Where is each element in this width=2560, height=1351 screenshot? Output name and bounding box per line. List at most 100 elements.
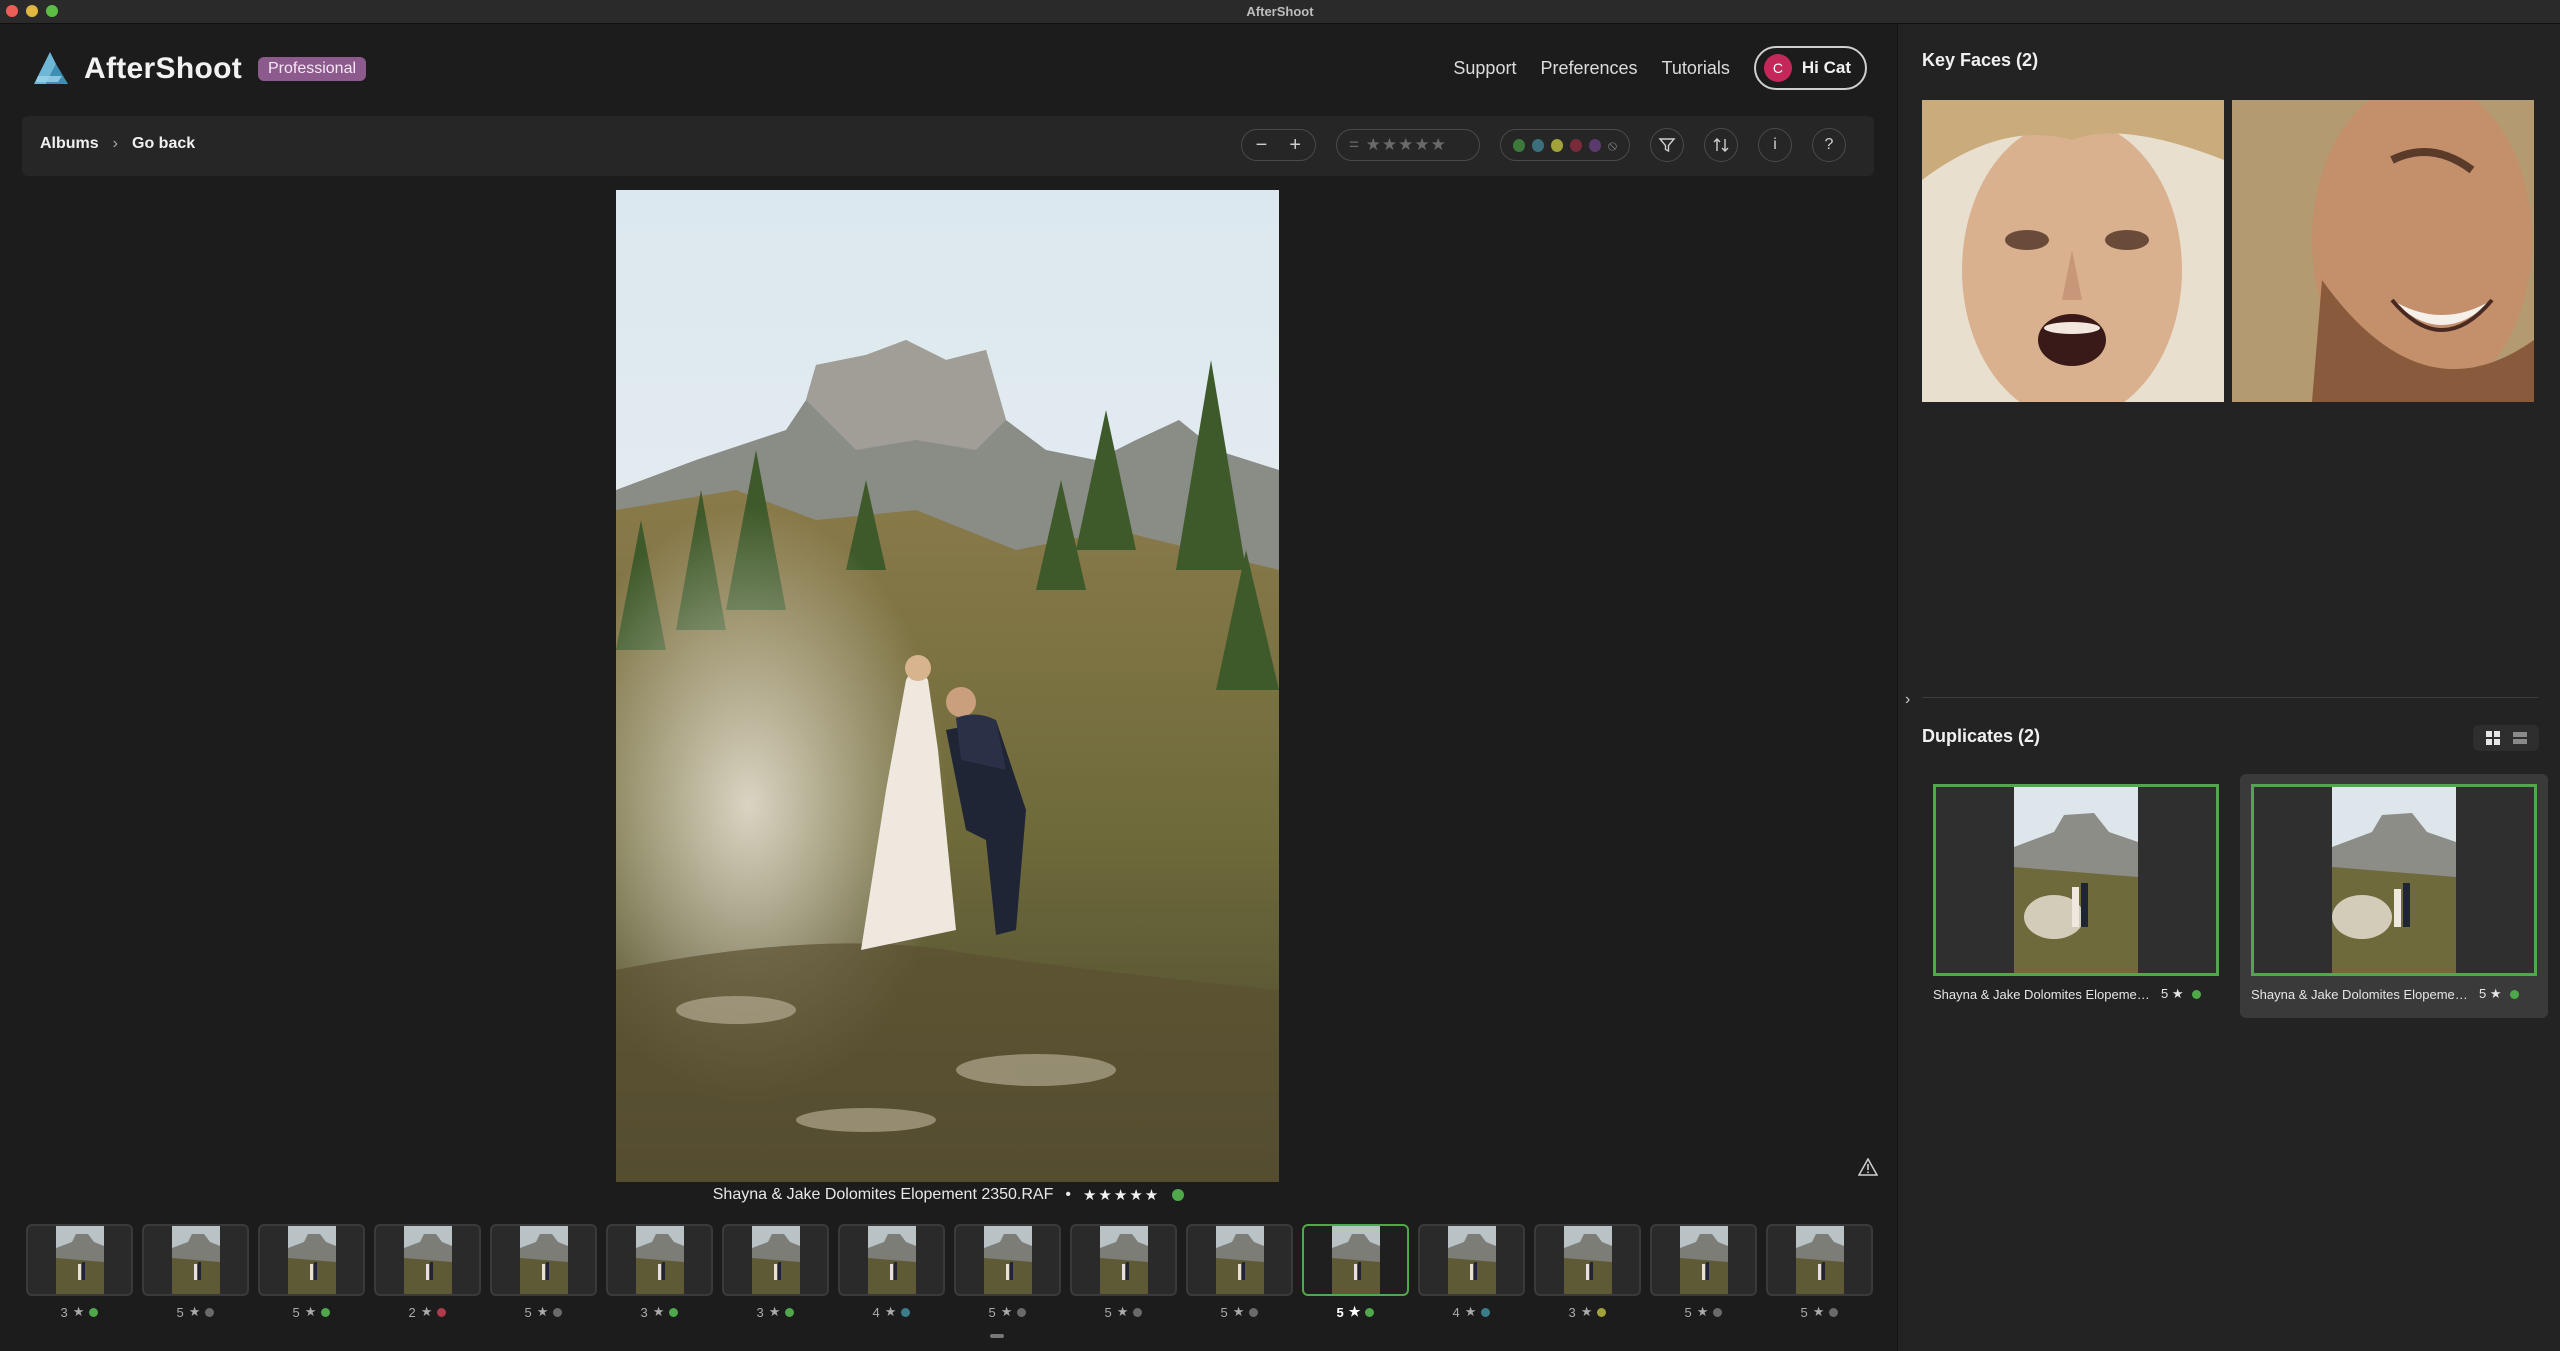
- window-titlebar: AfterShoot: [0, 0, 2560, 24]
- thumb-rating: 5: [292, 1304, 300, 1320]
- filmstrip-thumb[interactable]: 5 ★: [1186, 1224, 1293, 1334]
- thumbnail-image: [1099, 1226, 1148, 1294]
- collapse-chevron-icon[interactable]: ›: [1905, 691, 1910, 709]
- star-icon: ★: [1116, 1304, 1129, 1319]
- thumb-frame: [1534, 1224, 1641, 1296]
- filmstrip-thumb[interactable]: 3 ★: [606, 1224, 713, 1334]
- user-greeting: Hi Cat: [1801, 58, 1851, 77]
- warning-icon[interactable]: [1858, 1158, 1878, 1176]
- filmstrip-thumb[interactable]: 5 ★: [490, 1224, 597, 1334]
- filmstrip-thumb[interactable]: 3 ★: [1534, 1224, 1641, 1334]
- star-icon: ★: [1580, 1304, 1593, 1319]
- app-header: AfterShoot Professional Support Preferen…: [0, 24, 1897, 114]
- duplicate-color-tag: [2509, 989, 2519, 999]
- list-view-icon[interactable]: [2512, 730, 2528, 746]
- key-face-bride[interactable]: [1922, 100, 2224, 402]
- thumb-label: 5 ★: [177, 1304, 215, 1320]
- filmstrip-thumb[interactable]: 5 ★: [1302, 1224, 1409, 1334]
- thumb-color-tag: [1365, 1307, 1375, 1317]
- star-icon: ★: [768, 1304, 781, 1319]
- filmstrip-thumb[interactable]: 3 ★: [26, 1224, 133, 1334]
- minimize-window-button[interactable]: [26, 5, 38, 17]
- color-filter-green[interactable]: [1513, 138, 1525, 152]
- duplicate-filename: Shayna & Jake Dolomites Elopement ...: [2251, 986, 2473, 1002]
- duplicate-item[interactable]: Shayna & Jake Dolomites Elopement ... 5 …: [1922, 774, 2230, 1018]
- thumbnail-image: [1679, 1226, 1728, 1294]
- filmstrip-thumb[interactable]: 4 ★: [838, 1224, 945, 1334]
- filmstrip-thumb[interactable]: 5 ★: [954, 1224, 1061, 1334]
- thumb-frame: [258, 1224, 365, 1296]
- duplicate-item-active[interactable]: Shayna & Jake Dolomites Elopement ... 5 …: [2240, 774, 2548, 1018]
- thumbnail-image: [287, 1226, 336, 1294]
- zoom-in-button[interactable]: +: [1289, 135, 1301, 155]
- nav-tutorials[interactable]: Tutorials: [1662, 58, 1730, 79]
- thumb-label: 5 ★: [525, 1304, 563, 1320]
- help-button[interactable]: ?: [1812, 128, 1846, 162]
- filmstrip-thumb[interactable]: 5 ★: [258, 1224, 365, 1334]
- window-title: AfterShoot: [1246, 4, 1314, 19]
- star-icon: ★: [1000, 1304, 1013, 1319]
- star-icon: ★: [1232, 1304, 1245, 1319]
- thumb-frame: [954, 1224, 1061, 1296]
- rating-filter[interactable]: = ★★★★★: [1336, 129, 1480, 161]
- filmstrip-thumb[interactable]: 5 ★: [1766, 1224, 1873, 1334]
- star-icon: ★: [420, 1304, 433, 1319]
- color-filter-teal[interactable]: [1531, 138, 1544, 152]
- thumb-frame: [1418, 1224, 1525, 1296]
- duplicates-view-toggle: [2473, 725, 2539, 751]
- filmstrip-thumb[interactable]: 5 ★: [1070, 1224, 1177, 1334]
- thumb-label: 4 ★: [1453, 1304, 1491, 1320]
- thumb-rating: 5: [176, 1304, 184, 1320]
- thumb-rating: 5: [1220, 1304, 1228, 1320]
- no-color-icon[interactable]: ⦸: [1608, 137, 1617, 154]
- brand-name: AfterShoot: [84, 52, 242, 85]
- main-photo[interactable]: [616, 190, 1279, 1182]
- filmstrip-thumb[interactable]: 5 ★: [142, 1224, 249, 1334]
- color-label-filter[interactable]: ⦸: [1500, 129, 1630, 161]
- thumb-color-tag: [1249, 1307, 1259, 1317]
- color-filter-purple[interactable]: [1588, 138, 1601, 152]
- zoom-out-button[interactable]: −: [1256, 135, 1268, 155]
- color-filter-yellow[interactable]: [1550, 138, 1563, 152]
- star-icon: ★: [1696, 1304, 1709, 1319]
- thumb-color-tag: [1713, 1307, 1723, 1317]
- breadcrumb-albums[interactable]: Albums: [40, 135, 99, 153]
- brand-logo[interactable]: AfterShoot Professional: [28, 46, 367, 92]
- main-area: AfterShoot Professional Support Preferen…: [0, 24, 1897, 1351]
- close-window-button[interactable]: [6, 5, 18, 17]
- filmstrip-thumb[interactable]: 3 ★: [722, 1224, 829, 1334]
- thumb-rating: 5: [524, 1304, 532, 1320]
- filmstrip-thumb[interactable]: 4 ★: [1418, 1224, 1525, 1334]
- face-image: [1922, 100, 2224, 402]
- user-menu-button[interactable]: C Hi Cat: [1753, 46, 1867, 90]
- thumb-rating: 5: [1104, 1304, 1112, 1320]
- thumbnail-image: [1563, 1226, 1612, 1294]
- thumb-label: 5 ★: [1221, 1304, 1259, 1320]
- thumb-label: 3 ★: [61, 1304, 99, 1320]
- thumbnail-image: [867, 1226, 916, 1294]
- filmstrip-thumb[interactable]: 2 ★: [374, 1224, 481, 1334]
- color-filter-red[interactable]: [1569, 138, 1582, 152]
- zoom-window-button[interactable]: [46, 5, 58, 17]
- star-icon: ★: [72, 1304, 85, 1319]
- grid-view-icon[interactable]: [2485, 730, 2501, 746]
- thumb-color-tag: [1133, 1307, 1143, 1317]
- photo-caption: Shayna & Jake Dolomites Elopement 2350.R…: [0, 1186, 1897, 1204]
- filmstrip: 3 ★ 5 ★ 5 ★ 2 ★ 5 ★ 3 ★ 3 ★ 4 ★ 5 ★ 5 ★ 5 ★ 5 ★ 4 ★ 3 ★ 5 ★ 5 ★: [26, 1224, 1874, 1334]
- top-nav: Support Preferences Tutorials C Hi Cat: [1453, 46, 1867, 90]
- nav-preferences[interactable]: Preferences: [1540, 58, 1637, 79]
- duplicate-meta: Shayna & Jake Dolomites Elopement ... 5 …: [2251, 986, 2537, 1002]
- photo-color-tag[interactable]: [1172, 1189, 1185, 1201]
- filter-button[interactable]: [1650, 128, 1684, 162]
- key-face-groom[interactable]: [2232, 100, 2534, 402]
- info-button[interactable]: i: [1758, 128, 1792, 162]
- filmstrip-thumb[interactable]: 5 ★: [1650, 1224, 1757, 1334]
- photo-rating-stars[interactable]: ★★★★★: [1083, 1186, 1160, 1204]
- go-back-link[interactable]: Go back: [132, 135, 195, 153]
- thumb-color-tag: [1017, 1307, 1027, 1317]
- filmstrip-scroll-handle[interactable]: [990, 1334, 1004, 1338]
- thumb-rating: 5: [988, 1304, 996, 1320]
- nav-support[interactable]: Support: [1453, 58, 1516, 79]
- thumb-color-tag: [205, 1307, 215, 1317]
- sort-button[interactable]: [1704, 128, 1738, 162]
